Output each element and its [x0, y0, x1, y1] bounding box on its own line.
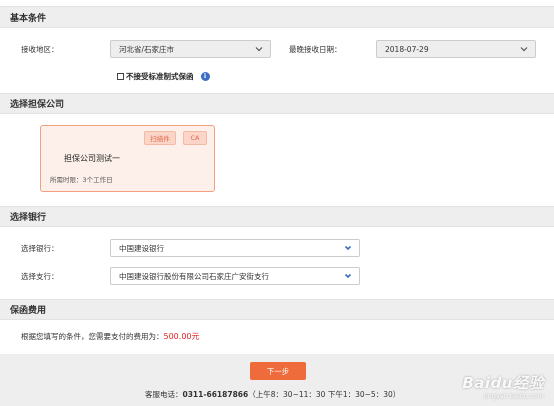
- standard-guarantee-checkbox[interactable]: [117, 73, 124, 80]
- section-bank-header: 选择银行: [0, 206, 554, 227]
- standard-guarantee-checkbox-row[interactable]: 不接受标准制式保函 i: [117, 71, 210, 82]
- region-label: 接收地区：: [21, 45, 59, 54]
- bank-select[interactable]: 中国建设银行: [110, 239, 360, 257]
- info-icon[interactable]: i: [200, 72, 210, 81]
- customer-hotline: 客服电话：0311-66187866（上午8：30~11：30 下午1：30~5…: [145, 389, 400, 400]
- fee-amount: 500.00元: [163, 332, 200, 341]
- scan-tag: 扫描件: [144, 131, 176, 145]
- guarantor-time: 所需时限：3个工作日: [50, 176, 113, 184]
- bank-label: 选择银行：: [21, 244, 59, 253]
- section-fee-title: 保函费用: [10, 306, 47, 316]
- branch-label: 选择支行：: [21, 272, 59, 281]
- ca-tag: CA: [183, 131, 207, 145]
- chevron-down-icon: [255, 47, 263, 52]
- hotline-label: 客服电话：: [145, 390, 183, 399]
- region-select[interactable]: 河北省/石家庄市: [110, 40, 271, 58]
- date-select[interactable]: 2018-07-29: [376, 40, 536, 58]
- baidu-jingyan-watermark: Baidu经验 jingyan.baidu.com: [462, 372, 544, 400]
- date-value: 2018-07-29: [385, 44, 429, 54]
- bank-value: 中国建设银行: [119, 243, 164, 253]
- section-basic-title: 基本条件: [10, 13, 47, 24]
- next-step-button[interactable]: 下一步: [250, 362, 306, 380]
- guarantor-name: 担保公司测试一: [64, 154, 120, 163]
- watermark-url: jingyan.baidu.com: [484, 392, 544, 400]
- watermark-logo: Baidu经验: [462, 374, 544, 392]
- chevron-down-icon: [344, 245, 352, 251]
- chevron-down-icon: [344, 273, 352, 279]
- guarantor-card[interactable]: 扫描件 CA 担保公司测试一 所需时限：3个工作日: [40, 125, 215, 192]
- fee-text: 根据您填写的条件，您需要支付的费用为：: [21, 332, 164, 341]
- chevron-down-icon: [520, 47, 528, 52]
- section-guarantor-title: 选择担保公司: [10, 100, 65, 110]
- section-guarantor-header: 选择担保公司: [0, 93, 554, 114]
- branch-select[interactable]: 中国建设银行股份有限公司石家庄广安街支行: [110, 267, 360, 285]
- hotline-number: 0311-66187866: [182, 390, 249, 399]
- hotline-hours: （上午8：30~11：30 下午1：30~5：30）: [248, 390, 401, 399]
- standard-guarantee-label: 不接受标准制式保函: [126, 72, 194, 81]
- section-basic-header: 基本条件: [0, 6, 554, 28]
- section-bank-title: 选择银行: [10, 213, 47, 223]
- date-label: 最晚接收日期：: [289, 45, 342, 54]
- fee-summary: 根据您填写的条件，您需要支付的费用为：500.00元: [21, 331, 200, 342]
- branch-value: 中国建设银行股份有限公司石家庄广安街支行: [119, 271, 269, 281]
- section-fee-header: 保函费用: [0, 299, 554, 320]
- region-value: 河北省/石家庄市: [119, 44, 175, 54]
